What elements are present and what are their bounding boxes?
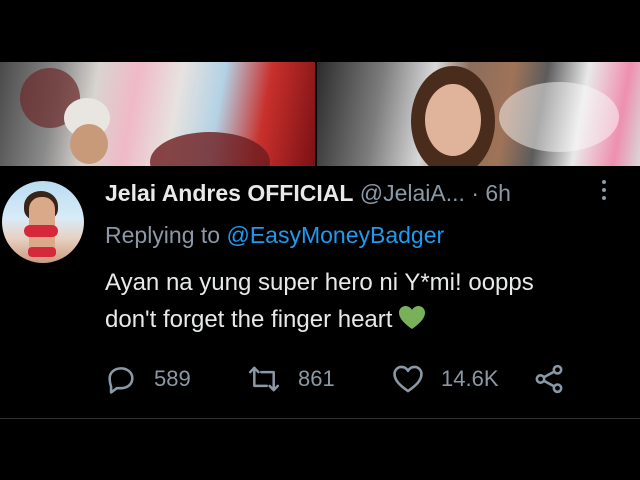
- mural-teeth: [499, 82, 620, 152]
- separator-dot: ·: [471, 180, 479, 206]
- tweet-card[interactable]: Jelai Andres OFFICIAL @JelaiA... · 6h Re…: [0, 166, 640, 418]
- retweet-icon: [248, 366, 280, 392]
- share-button[interactable]: [532, 362, 582, 396]
- reply-count: 589: [154, 366, 191, 391]
- like-button[interactable]: 14.6K: [391, 362, 499, 396]
- media-image-left[interactable]: [0, 62, 316, 166]
- like-count: 14.6K: [441, 366, 499, 391]
- more-options-icon[interactable]: [598, 180, 610, 210]
- retweet-count: 861: [298, 366, 335, 391]
- replying-to: Replying to @EasyMoneyBadger: [105, 222, 444, 249]
- share-icon: [535, 364, 563, 394]
- display-name[interactable]: Jelai Andres OFFICIAL: [105, 180, 353, 206]
- action-bar: 589 861 14.6K: [104, 362, 574, 396]
- replying-to-mention[interactable]: @EasyMoneyBadger: [226, 222, 444, 248]
- replying-prefix: Replying to: [105, 222, 221, 248]
- letterbox-top: [0, 0, 640, 62]
- retweet-button[interactable]: 861: [246, 362, 335, 396]
- media-image-right[interactable]: [317, 62, 640, 166]
- tweet-text-line-2: don't forget the finger heart: [105, 301, 625, 342]
- media-grid[interactable]: [0, 62, 640, 166]
- avatar[interactable]: [2, 181, 84, 263]
- letterbox-bottom: [0, 419, 640, 480]
- reply-icon: [108, 367, 134, 394]
- reply-button[interactable]: 589: [104, 362, 191, 396]
- person-face: [70, 124, 108, 164]
- tweet-header: Jelai Andres OFFICIAL @JelaiA... · 6h: [105, 180, 511, 207]
- person-face: [425, 84, 482, 156]
- timestamp[interactable]: 6h: [485, 180, 511, 206]
- tweet-text-line-1: Ayan na yung super hero ni Y*mi! oopps: [105, 269, 534, 296]
- heart-icon: [393, 365, 423, 393]
- user-handle[interactable]: @JelaiA...: [360, 180, 465, 206]
- car-shape: [150, 132, 270, 166]
- tweet-text-line-2-content: don't forget the finger heart: [105, 306, 393, 333]
- tweet-text: Ayan na yung super hero ni Y*mi! oopps d…: [105, 264, 625, 342]
- green-heart-icon: [398, 305, 426, 342]
